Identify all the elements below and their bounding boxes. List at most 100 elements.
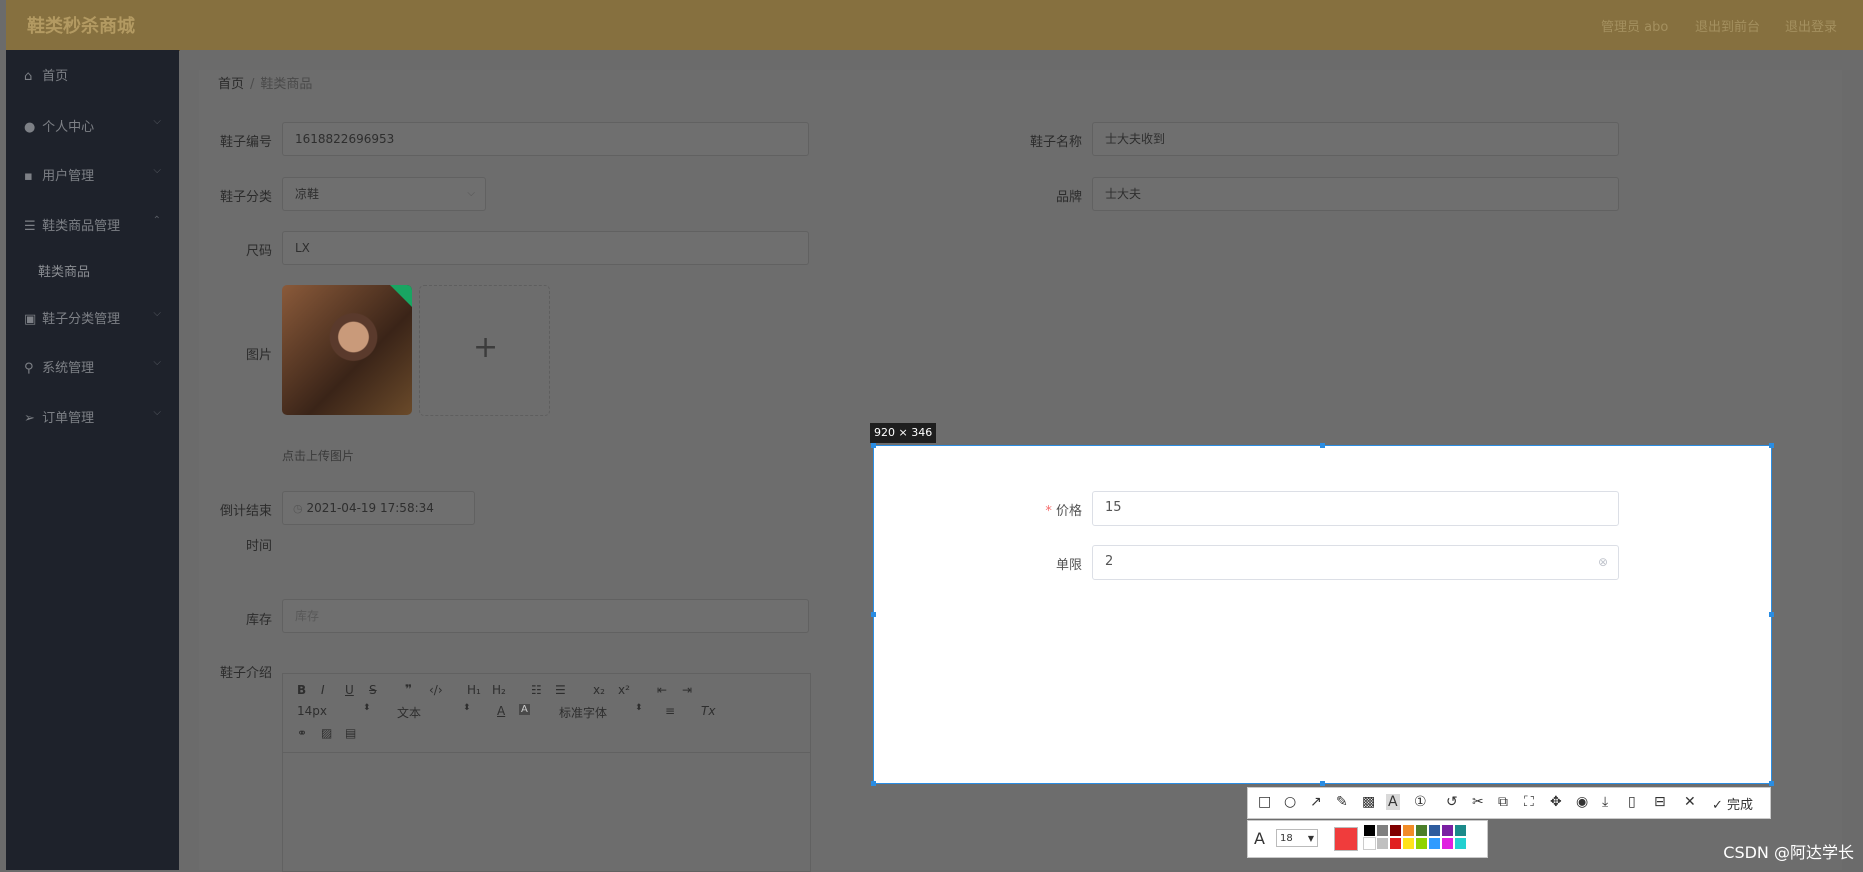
sidebar-subitem-shoe-goods[interactable]: 鞋类商品 [38, 261, 90, 280]
bold-icon[interactable]: B [297, 683, 306, 697]
save-icon[interactable]: ▯ [1628, 794, 1636, 810]
bookmark-icon[interactable]: ⊟ [1654, 794, 1666, 810]
color-swatch[interactable] [1390, 825, 1401, 836]
sidebar-item-label: 鞋子分类管理 [42, 312, 121, 327]
color-swatch[interactable] [1442, 825, 1453, 836]
countdown-datetime-input[interactable]: ◷ 2021-04-19 17:58:34 [282, 491, 475, 525]
color-swatch[interactable] [1416, 838, 1427, 849]
color-swatch[interactable] [1429, 825, 1440, 836]
shoe-name-label: 鞋子名称 [1029, 135, 1082, 150]
size-input[interactable]: LX [282, 231, 809, 265]
shoe-name-input[interactable]: 士大夫收到 [1092, 122, 1619, 156]
clear-icon[interactable]: ⊗ [1598, 546, 1608, 578]
breadcrumb-separator: / [250, 77, 255, 92]
resize-handle[interactable] [1320, 781, 1325, 786]
resize-handle[interactable] [871, 443, 876, 448]
mosaic-icon[interactable]: ▩ [1362, 794, 1375, 810]
done-button[interactable]: ✓ 完成 [1712, 794, 1753, 813]
resize-handle[interactable] [1769, 443, 1774, 448]
superscript-icon[interactable]: x² [618, 683, 630, 697]
brand-input[interactable]: 士大夫 [1092, 177, 1619, 211]
upload-button[interactable]: + [419, 285, 550, 416]
shoe-no-input[interactable]: 1618822696953 [282, 122, 809, 156]
breadcrumb-home[interactable]: 首页 [218, 77, 244, 92]
ocr-icon[interactable]: ✂ [1472, 794, 1484, 810]
rectangle-icon[interactable]: □ [1258, 794, 1271, 810]
font-family-select[interactable]: 标准字体 [559, 704, 607, 721]
color-swatch[interactable] [1377, 838, 1388, 849]
font-size-select[interactable]: 14px [297, 704, 327, 718]
long-capture-icon[interactable]: ⛶ [1524, 794, 1534, 810]
close-icon[interactable]: ✕ [1684, 794, 1696, 810]
resize-handle[interactable] [1769, 612, 1774, 617]
color-swatch[interactable] [1455, 825, 1466, 836]
quote-icon[interactable]: ❞ [405, 682, 412, 696]
arrow-icon[interactable]: ↗ [1310, 794, 1322, 810]
subscript-icon[interactable]: x₂ [593, 683, 605, 697]
font-size-select[interactable]: 18 ▼ [1276, 829, 1318, 847]
sidebar-item-home[interactable]: ⌂ 首页 [24, 65, 68, 84]
code-icon[interactable]: ‹/› [429, 683, 443, 697]
exit-to-front-link[interactable]: 退出到前台 [1695, 16, 1760, 35]
underline-icon[interactable]: U [345, 683, 354, 697]
h1-icon[interactable]: H₁ [467, 683, 481, 697]
logout-link[interactable]: 退出登录 [1785, 16, 1837, 35]
color-swatch[interactable] [1403, 825, 1414, 836]
text-style-select[interactable]: 文本 [397, 704, 421, 721]
bullet-list-icon[interactable]: ☰ [555, 683, 566, 697]
category-value: 凉鞋 [295, 187, 320, 201]
link-icon[interactable]: ⚭ [297, 726, 307, 740]
current-color-swatch[interactable] [1334, 827, 1358, 851]
text-icon[interactable]: A [1386, 794, 1400, 810]
color-swatch[interactable] [1442, 838, 1453, 849]
translate-icon[interactable]: ⧉ [1498, 794, 1508, 810]
color-swatch[interactable] [1416, 825, 1427, 836]
italic-icon[interactable]: I [321, 683, 325, 697]
background-color-icon[interactable]: A [519, 704, 530, 715]
sidebar-item-shoe-goods[interactable]: ☰ 鞋类商品管理 [24, 215, 120, 234]
resize-handle[interactable] [1769, 781, 1774, 786]
h2-icon[interactable]: H₂ [492, 683, 506, 697]
align-icon[interactable]: ≡ [665, 704, 675, 718]
category-select[interactable]: 凉鞋 ⌵ [282, 177, 486, 211]
resize-handle[interactable] [1320, 443, 1325, 448]
undo-icon[interactable]: ↺ [1446, 794, 1458, 810]
sidebar-item-shoe-category[interactable]: ▣ 鞋子分类管理 [24, 308, 120, 327]
outdent-icon[interactable]: ⇤ [657, 683, 667, 697]
color-swatch[interactable] [1364, 825, 1375, 836]
font-color-icon[interactable]: A [497, 704, 505, 718]
color-swatch[interactable] [1377, 825, 1388, 836]
limit-input[interactable]: 2 ⊗ [1092, 545, 1619, 580]
video-icon[interactable]: ▤ [345, 726, 356, 740]
indent-icon[interactable]: ⇥ [682, 683, 692, 697]
editor-toolbar: B I U S ❞ ‹/› H₁ H₂ ☷ ☰ x₂ x² ⇤ ⇥ 14px ⬍… [283, 674, 810, 753]
stock-input[interactable]: 库存 [282, 599, 809, 633]
sidebar-item-orders[interactable]: ➢ 订单管理 [24, 407, 94, 426]
sidebar-item-label: 鞋类商品管理 [42, 219, 121, 234]
number-icon[interactable]: ① [1414, 794, 1427, 810]
uploaded-photo[interactable] [282, 285, 412, 415]
record-icon[interactable]: ◉ [1576, 794, 1588, 810]
rich-text-editor[interactable]: B I U S ❞ ‹/› H₁ H₂ ☷ ☰ x₂ x² ⇤ ⇥ 14px ⬍… [282, 673, 811, 872]
image-icon[interactable]: ▨ [321, 726, 332, 740]
download-icon[interactable]: ⤓ [1602, 794, 1608, 810]
sidebar-item-system[interactable]: ⚲ 系统管理 [24, 357, 94, 376]
strike-icon[interactable]: S [369, 683, 377, 697]
ellipse-icon[interactable]: ○ [1284, 794, 1296, 810]
resize-handle[interactable] [871, 781, 876, 786]
chevron-down-icon: ⌵ [153, 407, 161, 418]
sidebar-item-profile[interactable]: ● 个人中心 [24, 116, 94, 135]
color-swatch[interactable] [1455, 838, 1466, 849]
capture-region[interactable]: * 价格 15 单限 2 ⊗ [871, 443, 1774, 786]
pin-icon[interactable]: ✥ [1550, 794, 1562, 810]
sidebar-item-users[interactable]: ▪ 用户管理 [24, 165, 94, 184]
color-swatch[interactable] [1429, 838, 1440, 849]
color-swatch[interactable] [1363, 837, 1376, 850]
color-swatch[interactable] [1403, 838, 1414, 849]
pen-icon[interactable]: ✎ [1336, 794, 1348, 810]
resize-handle[interactable] [871, 612, 876, 617]
color-swatch[interactable] [1390, 838, 1401, 849]
price-input[interactable]: 15 [1092, 491, 1619, 526]
ordered-list-icon[interactable]: ☷ [531, 683, 542, 697]
clear-format-icon[interactable]: Tx [701, 704, 715, 718]
